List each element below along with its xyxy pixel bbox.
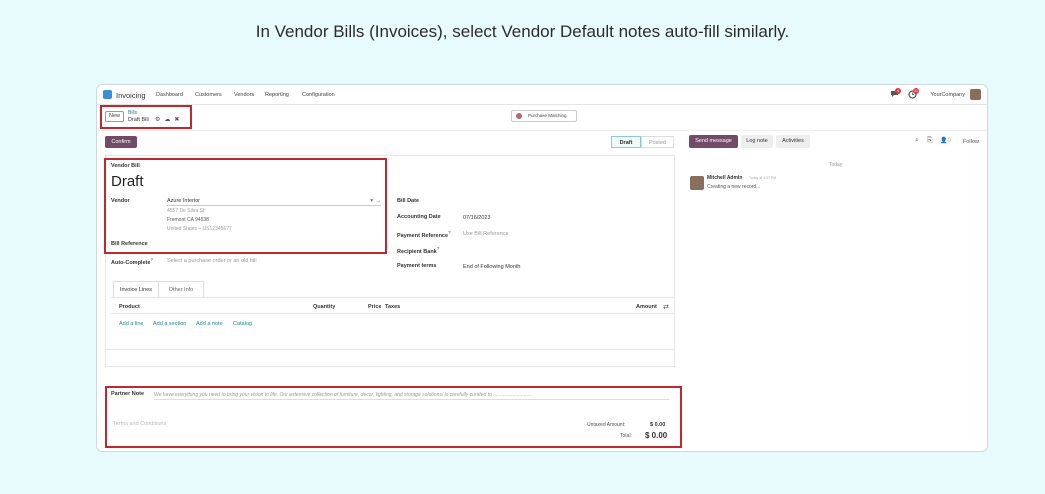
message-body: Creating a new record... bbox=[707, 184, 761, 190]
chatter-date-separator: Today bbox=[829, 162, 843, 168]
column-settings-icon[interactable]: ⇄ bbox=[663, 303, 669, 311]
auto-complete-input[interactable]: Select a purchase order or an old bill bbox=[167, 258, 257, 264]
purchase-matching-button[interactable]: Purchase Matching bbox=[511, 110, 577, 122]
purchase-matching-label: Purchase Matching bbox=[528, 113, 567, 118]
activities-button[interactable]: Activities bbox=[776, 135, 810, 148]
sheet-divider-2 bbox=[105, 366, 675, 367]
tabs-divider bbox=[111, 297, 675, 298]
company-switcher[interactable]: YourCompany bbox=[930, 92, 965, 98]
column-price[interactable]: Price bbox=[368, 304, 381, 310]
message-author[interactable]: Mitchell Admin bbox=[707, 175, 742, 181]
column-quantity[interactable]: Quantity bbox=[313, 304, 335, 310]
add-note-link[interactable]: Add a note bbox=[196, 321, 223, 327]
table-header-divider bbox=[111, 313, 675, 314]
menu-reporting[interactable]: Reporting bbox=[265, 92, 289, 98]
payment-reference-input[interactable]: Use Bill Reference bbox=[463, 231, 509, 237]
messages-badge: 4 bbox=[895, 88, 901, 94]
log-note-button[interactable]: Log note bbox=[741, 135, 773, 148]
follow-button[interactable]: Follow bbox=[963, 139, 979, 145]
column-amount[interactable]: Amount bbox=[636, 304, 657, 310]
follower-count: 0 bbox=[947, 138, 951, 144]
column-taxes[interactable]: Taxes bbox=[385, 304, 400, 310]
messages-icon[interactable]: 4 bbox=[890, 88, 901, 100]
activity-badge: 11 bbox=[913, 88, 919, 94]
payment-reference-label: Payment Reference? bbox=[397, 230, 451, 239]
menu-configuration[interactable]: Configuration bbox=[302, 92, 335, 98]
auto-complete-label: Auto-Complete? bbox=[111, 257, 154, 266]
bill-date-label: Bill Date bbox=[397, 198, 420, 204]
payment-terms-input[interactable]: End of Following Month bbox=[463, 264, 520, 270]
page-caption: In Vendor Bills (Invoices), select Vendo… bbox=[255, 22, 790, 41]
app-logo-icon[interactable] bbox=[103, 90, 112, 99]
recipient-bank-label: Recipient Bank? bbox=[397, 246, 440, 255]
user-avatar[interactable] bbox=[970, 89, 981, 100]
sheet-divider-1 bbox=[105, 349, 675, 350]
send-message-button[interactable]: Send message bbox=[689, 135, 738, 148]
top-navbar: Invoicing Dashboard Customers Vendors Re… bbox=[97, 85, 987, 105]
accounting-date-label: Accounting Date bbox=[397, 214, 441, 220]
app-name[interactable]: Invoicing bbox=[116, 91, 146, 100]
purchase-matching-icon bbox=[516, 113, 522, 119]
add-line-link[interactable]: Add a line bbox=[119, 321, 143, 327]
column-product[interactable]: Product bbox=[119, 304, 140, 310]
payment-terms-label: Payment terms bbox=[397, 263, 437, 269]
odoo-screenshot: Invoicing Dashboard Customers Vendors Re… bbox=[96, 84, 988, 452]
search-icon[interactable]: ⌕ bbox=[915, 137, 919, 145]
highlight-partner-note bbox=[105, 386, 682, 448]
highlight-breadcrumb bbox=[100, 105, 192, 129]
confirm-button[interactable]: Confirm bbox=[105, 136, 137, 148]
tab-other-info[interactable]: Other Info bbox=[159, 281, 204, 298]
status-draft[interactable]: Draft bbox=[611, 136, 641, 148]
status-posted[interactable]: Posted bbox=[641, 136, 674, 148]
menu-customers[interactable]: Customers bbox=[195, 92, 222, 98]
tab-invoice-lines[interactable]: Invoice Lines bbox=[113, 281, 159, 298]
highlight-vendor-section bbox=[104, 158, 387, 254]
menu-vendors[interactable]: Vendors bbox=[234, 92, 254, 98]
catalog-link[interactable]: Catalog bbox=[233, 321, 252, 327]
add-section-link[interactable]: Add a section bbox=[153, 321, 186, 327]
author-avatar bbox=[690, 176, 704, 190]
paperclip-icon[interactable]: ⎘ bbox=[927, 137, 933, 145]
message-time: Today at 4:47 PM bbox=[749, 176, 777, 180]
menu-dashboard[interactable]: Dashboard bbox=[156, 92, 183, 98]
control-panel: New Bills Draft Bill ⚙☁✖ Purchase Matchi… bbox=[97, 105, 987, 131]
activity-clock-icon[interactable]: 11 bbox=[908, 88, 919, 101]
followers-icon[interactable]: 👤0 bbox=[940, 137, 951, 144]
accounting-date-input[interactable]: 07/16/2023 bbox=[463, 215, 491, 221]
